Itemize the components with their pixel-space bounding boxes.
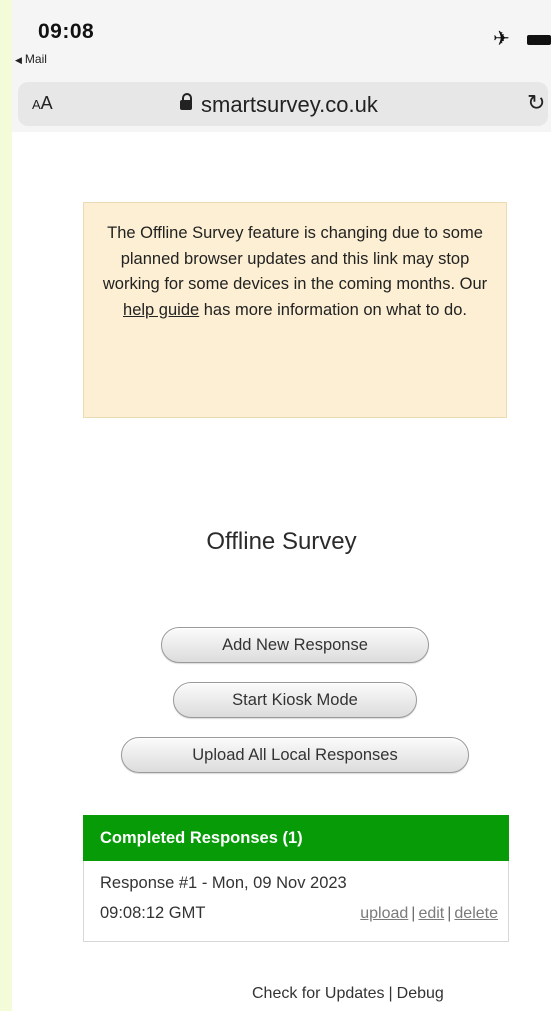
browser-page: 09:08 ◀ Mail ✈ AA smartsurvey.co.uk ↻ The…: [12, 0, 551, 1011]
back-to-app-link[interactable]: ◀ Mail: [15, 52, 47, 66]
response-item: Response #1 - Mon, 09 Nov 2023 09:08:12 …: [83, 861, 509, 942]
notice-text-end: has more information on what to do.: [199, 300, 467, 319]
text-size-button[interactable]: AA: [32, 93, 53, 114]
debug-link[interactable]: Debug: [397, 985, 444, 1002]
footer-links: Check for Updates | Debug: [252, 985, 444, 1003]
action-separator: |: [447, 905, 452, 922]
status-icons: ✈: [493, 28, 551, 50]
status-time: 09:08: [38, 20, 95, 43]
url-text: smartsurvey.co.uk: [201, 92, 378, 117]
address-bar[interactable]: AA smartsurvey.co.uk ↻: [18, 82, 548, 126]
completed-responses-header: Completed Responses (1): [83, 815, 509, 861]
response-actions: upload | edit | delete: [360, 905, 498, 923]
lock-icon: [180, 93, 192, 110]
text-size-small-label: A: [32, 97, 41, 112]
footer-separator: |: [388, 985, 393, 1002]
response-time: 09:08:12 GMT: [100, 904, 206, 922]
completed-responses-panel: Completed Responses (1) Response #1 - Mo…: [83, 815, 509, 942]
status-bar: 09:08 ◀ Mail ✈: [12, 0, 551, 76]
text-size-large-label: A: [40, 93, 53, 113]
action-separator: |: [411, 905, 416, 922]
edit-response-link[interactable]: edit: [418, 905, 444, 922]
reload-icon[interactable]: ↻: [527, 90, 545, 116]
response-title: Response #1 - Mon, 09 Nov 2023: [100, 874, 347, 892]
address-bar-container: AA smartsurvey.co.uk ↻: [12, 76, 551, 132]
url-display[interactable]: smartsurvey.co.uk: [180, 92, 378, 118]
offline-notice-banner: The Offline Survey feature is changing d…: [83, 202, 507, 418]
upload-response-link[interactable]: upload: [360, 905, 408, 922]
back-app-label: Mail: [24, 52, 47, 66]
delete-response-link[interactable]: delete: [454, 905, 498, 922]
back-triangle-icon: ◀: [15, 55, 22, 65]
check-for-updates-link[interactable]: Check for Updates: [252, 985, 385, 1002]
battery-icon: [527, 35, 551, 45]
start-kiosk-mode-button[interactable]: Start Kiosk Mode: [173, 682, 417, 718]
notice-text-start: The Offline Survey feature is changing d…: [102, 224, 488, 293]
page-title: Offline Survey: [206, 528, 357, 555]
help-guide-link[interactable]: help guide: [123, 301, 199, 319]
upload-all-responses-button[interactable]: Upload All Local Responses: [121, 737, 469, 773]
add-new-response-button[interactable]: Add New Response: [161, 627, 429, 663]
airplane-icon: ✈: [493, 28, 510, 50]
